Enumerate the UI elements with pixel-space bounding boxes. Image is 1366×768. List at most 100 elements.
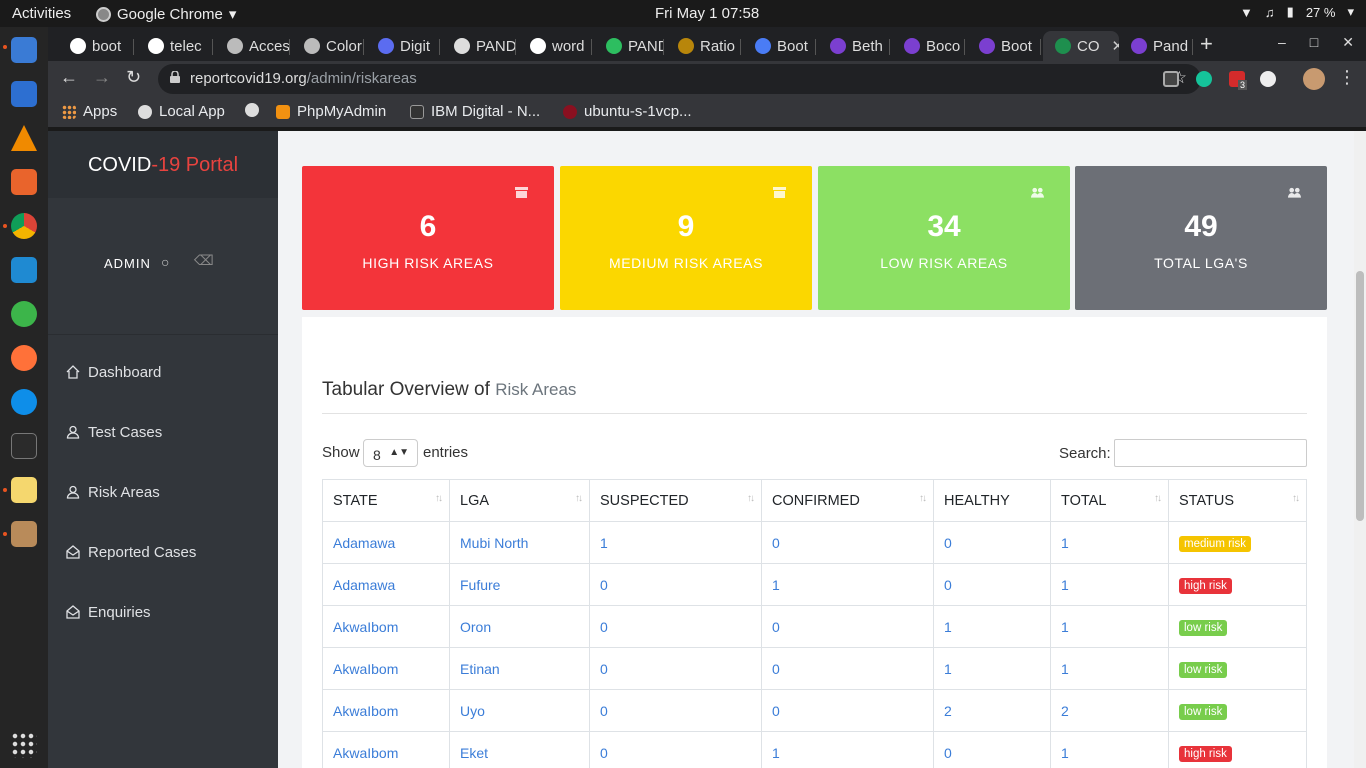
system-tray[interactable]: ▼ ♫ ▮ 27 % ▾ [1240, 4, 1354, 20]
table-cell[interactable]: 0 [933, 731, 1051, 768]
profile-avatar[interactable] [1303, 68, 1325, 90]
libreoffice-impress-icon[interactable] [11, 37, 37, 63]
chrome-icon[interactable] [11, 213, 37, 239]
software-center-icon[interactable] [11, 169, 37, 195]
table-cell[interactable]: 1 [761, 563, 934, 606]
address-bar[interactable]: reportcovid19.org/admin/riskareas ☆ [158, 64, 1201, 94]
column-header[interactable]: STATE ↑↓ [322, 479, 450, 522]
table-cell[interactable]: 0 [761, 521, 934, 564]
table-cell[interactable]: AkwaIbom [322, 647, 450, 690]
table-cell[interactable]: 0 [589, 605, 762, 648]
libreoffice-writer-icon[interactable] [11, 81, 37, 107]
sidebar-item-dashboard[interactable]: Dashboard [66, 360, 266, 384]
table-cell[interactable]: 0 [589, 689, 762, 732]
bookmark-globe[interactable] [245, 103, 259, 117]
table-cell[interactable]: 0 [589, 563, 762, 606]
browser-tab[interactable]: Pand [1119, 31, 1193, 61]
table-cell[interactable]: Adamawa [322, 563, 450, 606]
table-cell[interactable]: Etinan [449, 647, 590, 690]
column-header[interactable]: LGA ↑↓ [449, 479, 590, 522]
sidebar-item-reported-cases[interactable]: Reported Cases [66, 540, 266, 564]
extension-face-icon[interactable] [1260, 71, 1276, 87]
table-cell[interactable]: Oron [449, 605, 590, 648]
table-cell[interactable]: 1 [1050, 563, 1169, 606]
table-cell[interactable]: 1 [933, 605, 1051, 648]
table-cell[interactable]: 0 [589, 647, 762, 690]
portal-brand[interactable]: COVID-19 Portal [48, 131, 278, 198]
table-cell[interactable]: AkwaIbom [322, 731, 450, 768]
page-size-select[interactable]: 8 ▲▼ [363, 439, 418, 467]
extension-cube-icon[interactable] [1163, 71, 1179, 87]
terminal-icon[interactable] [11, 433, 37, 459]
reload-button[interactable]: ↻ [126, 67, 141, 88]
extension-calendar-icon[interactable]: 3 [1229, 71, 1248, 90]
table-cell[interactable]: Eket [449, 731, 590, 768]
sidebar-item-enquiries[interactable]: Enquiries [66, 600, 266, 624]
close-window-button[interactable]: ✕ [1342, 34, 1354, 51]
new-tab-button[interactable]: + [1200, 31, 1213, 57]
column-header[interactable]: HEALTHY [933, 479, 1051, 522]
vscode-icon[interactable] [11, 257, 37, 283]
search-input[interactable] [1114, 439, 1307, 467]
table-cell[interactable]: Adamawa [322, 521, 450, 564]
logout-icon[interactable]: ⌫ [194, 252, 214, 269]
table-cell[interactable]: Uyo [449, 689, 590, 732]
browser-tab[interactable]: PAND [594, 31, 664, 61]
table-cell[interactable]: 0 [761, 605, 934, 648]
browser-tab[interactable]: telec [136, 31, 213, 61]
browser-tab[interactable]: Beth [818, 31, 890, 61]
column-header[interactable]: CONFIRMED ↑↓ [761, 479, 934, 522]
table-cell[interactable]: 1 [1050, 521, 1169, 564]
table-cell[interactable]: 1 [1050, 731, 1169, 768]
browser-tab[interactable]: word [518, 31, 592, 61]
browser-tab[interactable]: Acces [215, 31, 290, 61]
browser-tab[interactable]: Boot [743, 31, 816, 61]
table-cell[interactable]: 0 [933, 563, 1051, 606]
bookmark-ubuntu-server[interactable]: ubuntu-s-1vcp... [563, 103, 692, 120]
table-cell[interactable]: Fufure [449, 563, 590, 606]
grammarly-icon[interactable] [1196, 71, 1212, 87]
maximize-button[interactable]: □ [1310, 34, 1318, 51]
browser-tab[interactable]: Boot [967, 31, 1041, 61]
app-menu[interactable]: Google Chrome ▾ [96, 5, 236, 23]
browser-tab[interactable]: PAND [442, 31, 516, 61]
column-header[interactable]: TOTAL ↑↓ [1050, 479, 1169, 522]
firefox-icon[interactable] [11, 345, 37, 371]
table-cell[interactable]: 0 [933, 521, 1051, 564]
browser-tab[interactable]: boot [58, 31, 134, 61]
archive-manager-icon[interactable] [11, 521, 37, 547]
table-cell[interactable]: 1 [1050, 605, 1169, 648]
browser-tab[interactable]: CO ✕ [1043, 31, 1119, 61]
sidebar-item-risk-areas[interactable]: Risk Areas [66, 480, 266, 504]
browser-tab[interactable]: Color [292, 31, 364, 61]
show-apps-icon[interactable] [11, 732, 37, 758]
table-cell[interactable]: AkwaIbom [322, 689, 450, 732]
scrollbar-thumb[interactable] [1356, 271, 1364, 521]
table-cell[interactable]: 2 [933, 689, 1051, 732]
theme-drop-icon[interactable]: ○ [161, 254, 169, 270]
column-header[interactable]: SUSPECTED ↑↓ [589, 479, 762, 522]
bookmark-local-app[interactable]: Local App [138, 103, 225, 120]
bookmark-apps[interactable]: Apps [62, 103, 117, 120]
column-header[interactable]: STATUS ↑↓ [1168, 479, 1307, 522]
page-scrollbar[interactable] [1354, 131, 1366, 768]
table-cell[interactable]: 1 [761, 731, 934, 768]
table-cell[interactable]: 1 [1050, 647, 1169, 690]
table-cell[interactable]: 0 [761, 647, 934, 690]
whatsapp-icon[interactable] [11, 301, 37, 327]
browser-tab[interactable]: Digit [366, 31, 440, 61]
forward-button[interactable]: → [93, 67, 111, 88]
bookmark-ibm-digital[interactable]: IBM Digital - N... [410, 103, 540, 120]
table-cell[interactable]: AkwaIbom [322, 605, 450, 648]
browser-tab[interactable]: Ratio [666, 31, 741, 61]
vlc-icon[interactable] [11, 125, 37, 151]
table-cell[interactable]: 1 [933, 647, 1051, 690]
table-cell[interactable]: 0 [761, 689, 934, 732]
back-button[interactable]: ← [60, 67, 78, 88]
table-cell[interactable]: Mubi North [449, 521, 590, 564]
menu-kebab-icon[interactable]: ⋮ [1338, 67, 1356, 88]
sidebar-item-test-cases[interactable]: Test Cases [66, 420, 266, 444]
bookmark-phpmyadmin[interactable]: PhpMyAdmin [276, 103, 386, 120]
text-editor-icon[interactable] [11, 477, 37, 503]
clock[interactable]: Fri May 1 07:58 [655, 5, 759, 22]
